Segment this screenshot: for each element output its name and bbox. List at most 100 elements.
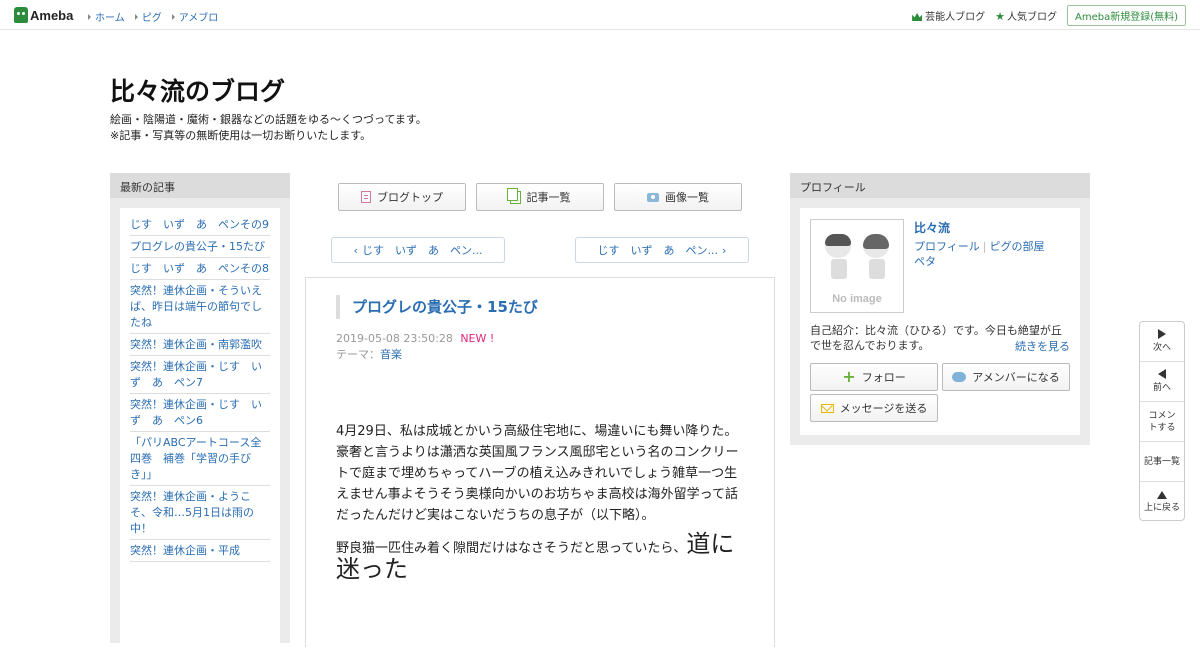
article-paragraph-text: 野良猫一匹住み着く隙間だけはなさそうだと思っていたら、 [336,541,687,556]
article-list-label: 記事一覧 [526,191,571,204]
follow-label: フォロー [861,371,906,384]
triangle-right-icon [134,14,138,20]
float-articles-label: 記事一覧 [1143,456,1180,467]
boy-figure-icon [825,234,853,284]
article-paragraph: 野良猫一匹住み着く隙間だけはなさそうだと思っていたら、道に迷った [336,532,746,584]
recent-article-link[interactable]: 突然！連休企画・平成 [130,540,270,562]
float-articles-button[interactable]: 記事一覧 [1140,442,1184,482]
article: プログレの貴公子・15たび 2019-05-08 23:50:28 NEW ! … [305,277,775,647]
no-image-label: No image [832,293,882,305]
float-prev-label: 前へ [1152,383,1171,393]
camera-icon [647,192,659,202]
nav-ameblo-label: アメブロ [178,13,219,24]
recent-articles-heading: 最新の記事 [110,173,290,198]
profile-panel: プロフィール No image 比々流 プロフィール | ピグの部屋 ペタ 自己紹介… [790,173,1090,445]
recent-article-link[interactable]: じす いず あ ペンその9 [130,214,270,236]
article-list-button[interactable]: 記事一覧 [476,183,604,211]
triangle-right-icon [88,14,91,20]
article-meta: 2019-05-08 23:50:28 NEW ! テーマ：音楽 [336,331,494,363]
blog-title[interactable]: 比々流のブログ [110,72,285,108]
float-next-button[interactable]: 次へ [1140,322,1184,362]
nav-ameblo-link[interactable]: アメブロ [171,9,219,24]
celebrity-blog-link[interactable]: 芸能人ブログ [912,8,985,23]
recent-articles-panel: 最新の記事 じす いず あ ペンその9 プログレの貴公子・15たび じす いず … [110,173,290,648]
blog-description-line2: ※記事・写真等の無断使用は一切お断りいたします。 [110,129,372,142]
new-badge: NEW ! [460,332,495,345]
prev-article-label: じす いず あ ペン... [361,244,483,257]
float-top-label: 上に戻る [1143,502,1180,513]
global-header: Ameba ホーム ピグ アメブロ 芸能人ブログ ★ 人気ブログ Ameba新規登… [0,0,1200,30]
article-emphasis-text: 道に迷った [336,530,735,583]
article-datetime: 2019-05-08 23:50:28 [336,332,453,345]
image-list-button[interactable]: 画像一覧 [614,183,742,211]
star-icon: ★ [995,10,1005,23]
amember-button[interactable]: アメンバーになる [942,363,1070,391]
theme-link[interactable]: 音楽 [380,348,402,361]
girl-figure-icon [863,234,891,284]
chevron-left-icon: ‹ [353,243,358,257]
float-next-label: 次へ [1152,343,1171,353]
global-nav: ホーム ピグ アメブロ [88,9,218,24]
nav-pigg-link[interactable]: ピグ [134,9,162,24]
follow-button[interactable]: + フォロー [810,363,938,391]
nav-pigg-label: ピグ [141,13,162,24]
article-body: 4月29日、私は成城とかいう高級住宅地に、場違いにも舞い降りた。 豪奢と言うより… [336,421,746,592]
image-list-label: 画像一覧 [665,191,709,204]
next-article-button[interactable]: じす いず あ ペン... › [575,237,749,263]
register-button[interactable]: Ameba新規登録(無料) [1066,5,1186,26]
nav-home-link[interactable]: ホーム [88,9,125,24]
play-right-icon [1158,329,1166,339]
blog-toolbar: ブログトップ 記事一覧 画像一覧 [338,183,742,211]
ameba-logo-icon [14,7,28,23]
plus-icon: + [842,367,856,386]
send-message-button[interactable]: メッセージを送る [810,394,938,422]
crown-icon [912,13,923,21]
play-left-icon [1158,369,1166,379]
separator: | [982,240,987,253]
float-prev-button[interactable]: 前へ [1140,362,1184,402]
prev-article-button[interactable]: ‹ じす いず あ ペン... [331,237,505,263]
mail-icon [820,403,834,413]
read-more-link[interactable]: 続きを見る [1015,338,1070,354]
next-article-label: じす いず あ ペン... [597,244,719,257]
profile-link[interactable]: プロフィール [914,240,980,253]
header-right: 芸能人ブログ ★ 人気ブログ Ameba新規登録(無料) [912,5,1186,26]
theme-label: テーマ： [336,348,380,361]
popular-blog-label: 人気ブログ [1006,12,1057,23]
triangle-right-icon [171,14,175,20]
profile-name[interactable]: 比々流 [914,219,950,236]
recent-article-link[interactable]: 「パリABCアートコース全四巻 補巻「学習の手びき」」 [130,432,270,486]
profile-links: プロフィール | ピグの部屋 ペタ [914,239,1045,269]
recent-article-link[interactable]: じす いず あ ペンその8 [130,258,270,280]
float-top-button[interactable]: 上に戻る [1140,482,1184,522]
amember-label: アメンバーになる [972,371,1060,384]
profile-box: No image 比々流 プロフィール | ピグの部屋 ペタ 自己紹介：比々流（ひひ… [800,208,1080,435]
blog-description: 絵画・陰陽道・魔術・銀器などの話題をゆる～くつづってます。 ※記事・写真等の無断… [110,112,427,144]
send-message-label: メッセージを送る [839,402,928,415]
triangle-up-icon [1157,490,1167,499]
recent-article-link[interactable]: プログレの貴公子・15たび [130,236,270,258]
peta-link[interactable]: ペタ [914,255,936,268]
avatar[interactable]: No image [810,219,904,313]
floating-nav: 次へ 前へ コメントする 記事一覧 上に戻る [1139,321,1185,521]
article-title[interactable]: プログレの貴公子・15たび [336,295,538,319]
blog-top-button[interactable]: ブログトップ [338,183,466,211]
recent-article-link[interactable]: 突然！連休企画・じす いず あ ペン7 [130,356,270,394]
popular-blog-link[interactable]: ★ 人気ブログ [995,8,1057,23]
ameba-logo-text: Ameba [30,7,74,23]
page-icon [361,191,371,203]
recent-article-link[interactable]: 突然！連休企画・ようこそ、令和…5月1日は雨の中！ [130,486,270,540]
recent-article-link[interactable]: 突然！連休企画・南郭濫吹 [130,334,270,356]
profile-heading: プロフィール [790,173,1090,198]
speech-bubble-icon [952,372,967,382]
ameba-logo[interactable]: Ameba [14,6,73,24]
recent-article-link[interactable]: 突然！連休企画・じす いず あ ペン6 [130,394,270,432]
article-paragraph: 豪奢と言うよりは瀟洒な英国風フランス風邸宅という名のコンクリートで庭まで埋めちゃ… [336,445,739,523]
pigg-room-link[interactable]: ピグの部屋 [990,240,1045,253]
recent-article-link[interactable]: 突然！連休企画・そういえば、昨日は端午の節句でしたね [130,280,270,334]
article-paragraph: 4月29日、私は成城とかいう高級住宅地に、場違いにも舞い降りた。 [336,424,738,439]
documents-icon [506,187,521,204]
float-comment-button[interactable]: コメントする [1140,402,1184,442]
blog-description-line1: 絵画・陰陽道・魔術・銀器などの話題をゆる～くつづってます。 [110,113,427,126]
blog-top-label: ブログトップ [377,191,443,204]
